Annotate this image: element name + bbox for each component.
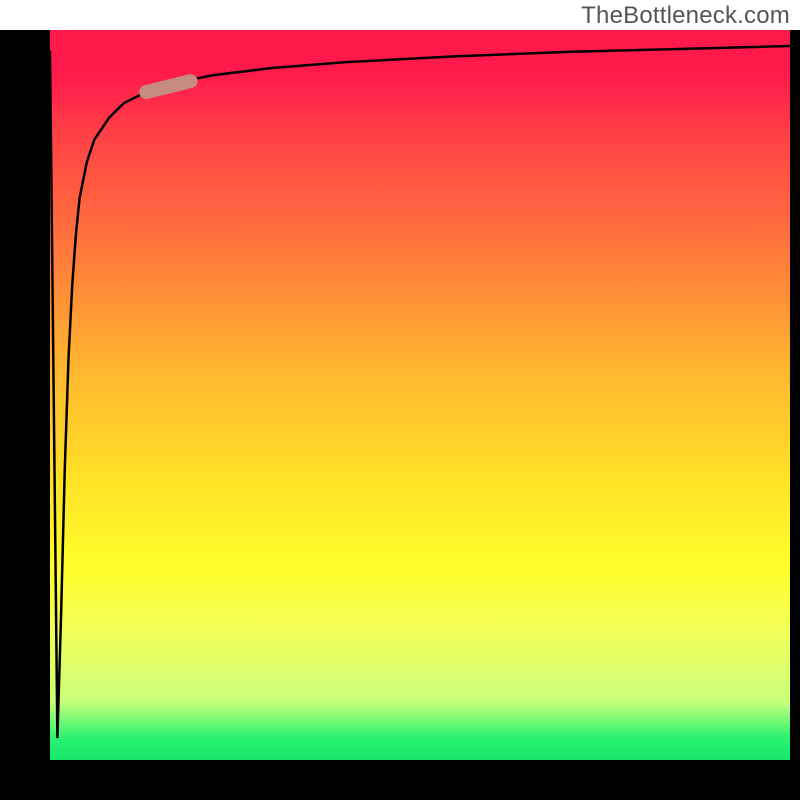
chart-svg — [50, 30, 790, 760]
y-axis-bar — [0, 30, 50, 760]
x-axis-bar — [0, 760, 800, 800]
right-border-bar — [790, 30, 800, 760]
bottleneck-curve-line — [50, 46, 790, 738]
attribution-label: TheBottleneck.com — [581, 2, 790, 30]
chart-frame: TheBottleneck.com — [0, 0, 800, 800]
curve-highlight-marker — [146, 81, 190, 92]
